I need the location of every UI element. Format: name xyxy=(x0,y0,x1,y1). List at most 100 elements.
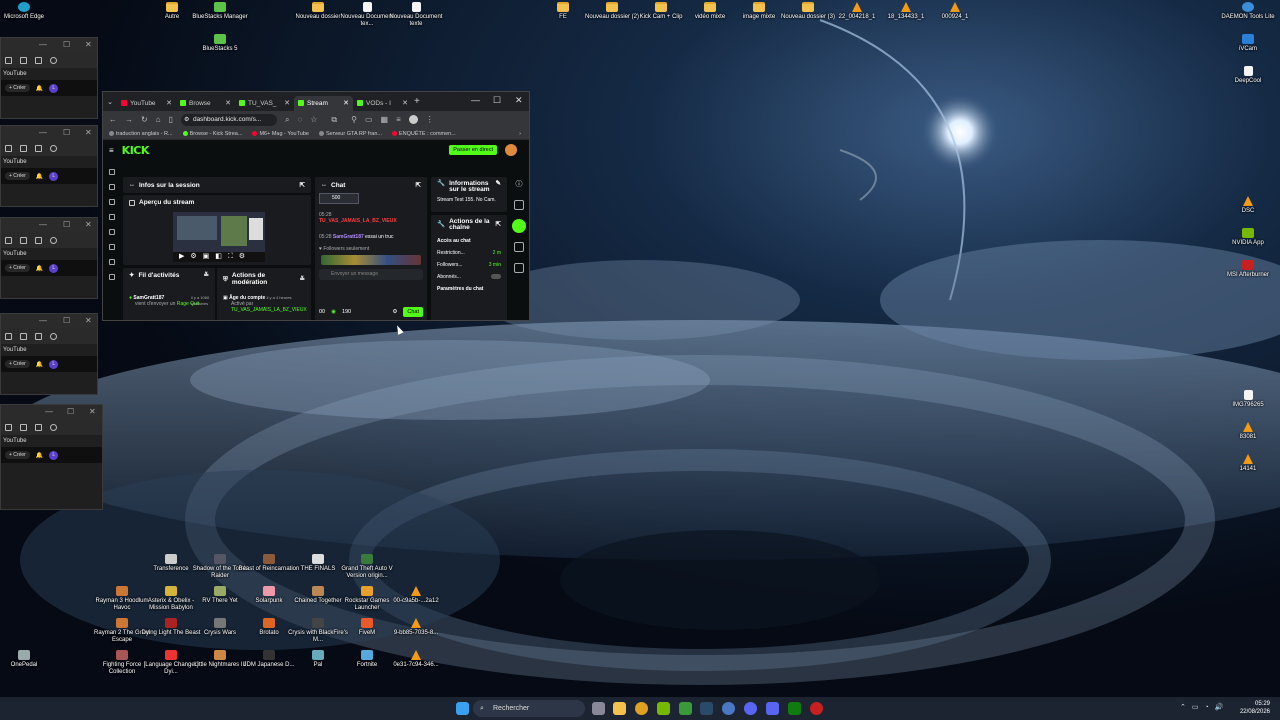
task-view-icon[interactable] xyxy=(592,702,605,715)
gear-icon[interactable]: ⚙ xyxy=(392,309,397,315)
rail-icon[interactable] xyxy=(109,199,115,205)
create-button[interactable]: + Créer xyxy=(5,84,30,92)
avatar[interactable]: L xyxy=(49,263,59,273)
desktop-icon-14141[interactable]: 14141 xyxy=(1216,454,1280,473)
desktop-icon-daemon-tools[interactable]: DAEMON Tools Lite xyxy=(1216,2,1280,21)
rail-icon[interactable] xyxy=(109,274,115,280)
tab-tu-vas[interactable]: TU_VAS_ ✕ xyxy=(235,96,294,111)
toolbar-button[interactable] xyxy=(514,200,524,210)
rail-icon[interactable] xyxy=(109,259,115,265)
search-box[interactable]: ⌕ Rechercher xyxy=(473,700,585,717)
create-button[interactable]: + Créer xyxy=(5,172,30,180)
forward-icon[interactable]: → xyxy=(125,115,133,124)
app-icon[interactable] xyxy=(744,702,757,715)
close-icon[interactable]: ✕ xyxy=(225,99,231,107)
create-button[interactable]: + Créer xyxy=(5,264,30,272)
expand-icon[interactable]: ↔ xyxy=(321,182,327,188)
tab-youtube[interactable]: YouTube ✕ xyxy=(117,96,176,111)
bell-icon[interactable]: 🔔 xyxy=(36,265,43,272)
create-button[interactable]: + Créer xyxy=(5,451,30,459)
chat-user[interactable]: SamGratt187 xyxy=(333,234,364,240)
youtube-window[interactable]: — ☐ ✕ YouTube + Créer 🔔 L xyxy=(0,313,98,395)
close-icon[interactable]: ✕ xyxy=(284,99,290,107)
tray-icons[interactable]: ⌃▭◔🔊 xyxy=(1180,703,1229,711)
maximize-button[interactable]: ☐ xyxy=(493,95,501,106)
avatar[interactable] xyxy=(505,144,517,156)
close-icon[interactable]: ✕ xyxy=(166,99,172,107)
chevron-right-icon[interactable]: › xyxy=(519,131,521,137)
info-icon[interactable]: ⓘ xyxy=(509,179,529,189)
window-titlebar[interactable]: — ☐ ✕ xyxy=(1,314,97,328)
toolbar-button[interactable] xyxy=(514,242,524,252)
desktop-icon-game[interactable]: OnePedal xyxy=(0,650,56,669)
chat-input[interactable]: Envoyer un message xyxy=(319,269,423,280)
emote-row[interactable] xyxy=(321,255,421,265)
desktop-icon-bluestacks-5[interactable]: BlueStacks 5 xyxy=(188,34,252,53)
new-tab-button[interactable]: + xyxy=(414,96,420,107)
subscribers-row[interactable]: Abonnés... xyxy=(431,271,507,283)
avatar[interactable]: L xyxy=(49,171,59,181)
desktop-icon-edge[interactable]: Microsoft Edge xyxy=(0,2,56,21)
windows-start-icon[interactable] xyxy=(456,702,469,715)
extension-icon[interactable]: ⚲ xyxy=(351,115,357,124)
followers-row[interactable]: Followers... 3 min xyxy=(431,259,507,271)
steam-icon[interactable] xyxy=(700,702,713,715)
browser-window[interactable]: ⌄ YouTube ✕ Browse ✕ TU_VAS_ ✕ Stream ✕ VODs… xyxy=(102,91,530,321)
window-titlebar[interactable]: — ☐ ✕ xyxy=(1,38,97,52)
desktop-icon-game[interactable]: 00-c9a5b-...2a12 xyxy=(384,586,448,605)
youtube-window[interactable]: — ☐ ✕ YouTube + Créer 🔔 L xyxy=(0,37,98,119)
bell-icon[interactable]: 🔔 xyxy=(36,173,43,180)
tab-vods[interactable]: VODs - I ✕ xyxy=(353,96,412,111)
desktop-icon-game[interactable]: 9-bb85-7035-8... xyxy=(384,618,448,637)
address-bar[interactable]: ⚙ dashboard.kick.com/s... xyxy=(180,113,277,126)
desktop-icon-game[interactable]: Grand Theft Auto V Version origin... xyxy=(335,554,399,580)
bookmark-item[interactable]: M6+ Mag - YouTube xyxy=(252,131,309,137)
chat-send-button[interactable]: Chat xyxy=(403,307,423,317)
desktop-icon-000924[interactable]: 000924_1 xyxy=(923,2,987,21)
rail-icon[interactable] xyxy=(109,244,115,250)
home-icon[interactable]: ⌂ xyxy=(156,115,161,124)
rail-icon[interactable] xyxy=(109,184,115,190)
zoom-icon[interactable]: ⌕ xyxy=(285,115,289,125)
app-icon[interactable] xyxy=(722,702,735,715)
clock[interactable]: 05:29 22/08/2026 xyxy=(1240,700,1270,716)
rail-icon[interactable] xyxy=(109,229,115,235)
xbox-icon[interactable] xyxy=(788,702,801,715)
youtube-window[interactable]: — ☐ ✕ YouTube + Créer 🔔 L xyxy=(0,404,103,510)
rail-icon[interactable] xyxy=(109,214,115,220)
desktop-icon-nouveau-document-2[interactable]: Nouveau Document texte xyxy=(384,2,448,28)
desktop-icon-msi-afterburner[interactable]: MSI Afterburner xyxy=(1216,260,1280,279)
chrome-icon[interactable] xyxy=(635,702,648,715)
desktop-icon-ivcam[interactable]: iVCam xyxy=(1216,34,1280,53)
bell-icon[interactable]: 🔔 xyxy=(36,85,43,92)
tab-stream[interactable]: Stream ✕ xyxy=(294,95,353,111)
bell-icon[interactable]: 🔔 xyxy=(36,361,43,368)
hamburger-icon[interactable]: ≡ xyxy=(109,146,114,155)
desktop-icon-bluestacks-manager[interactable]: BlueStacks Manager xyxy=(188,2,252,21)
bookmark-item[interactable]: ENQUÊTE : commen... xyxy=(391,131,456,137)
window-titlebar[interactable]: — ☐ ✕ xyxy=(1,405,102,419)
toggle-switch[interactable] xyxy=(491,274,501,279)
bookmark-item[interactable]: Browse - Kick Strea... xyxy=(182,131,242,137)
chat-user[interactable]: TU_VAS_JAMAIS_LA_BZ_VIEUX xyxy=(319,218,397,224)
file-explorer-icon[interactable] xyxy=(613,702,626,715)
star-icon[interactable]: ☆ xyxy=(310,115,317,124)
eye-off-icon[interactable]: ◌ xyxy=(297,115,302,124)
back-icon[interactable]: ← xyxy=(109,115,117,124)
avatar[interactable]: L xyxy=(49,359,59,369)
youtube-window[interactable]: — ☐ ✕ YouTube + Créer 🔔 L xyxy=(0,125,98,207)
green-action-button[interactable] xyxy=(512,219,526,233)
popout-icon[interactable]: ⇱ xyxy=(416,181,421,189)
tab-search-icon[interactable]: ⌄ xyxy=(103,98,117,106)
app-icon[interactable] xyxy=(679,702,692,715)
tab-browse[interactable]: Browse ✕ xyxy=(176,96,235,111)
reload-icon[interactable]: ↻ xyxy=(141,115,148,124)
site-info-icon[interactable]: ⚙ xyxy=(184,114,189,126)
toolbar-button[interactable] xyxy=(514,263,524,273)
discord-icon[interactable] xyxy=(766,702,779,715)
chat-pinned[interactable]: 500 xyxy=(319,193,359,204)
profile-icon[interactable] xyxy=(408,115,418,124)
expand-icon[interactable]: ↔ xyxy=(129,182,135,188)
popout-icon[interactable]: ⇱ xyxy=(496,221,501,228)
close-icon[interactable]: ✕ xyxy=(343,99,349,107)
